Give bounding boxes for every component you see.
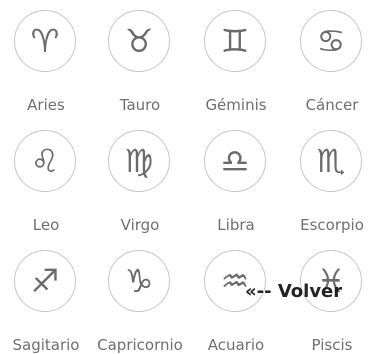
gemini-icon[interactable]: ♊︎ — [204, 10, 266, 72]
aries-icon[interactable]: ♈︎ — [14, 10, 76, 72]
cancer-icon[interactable]: ♋︎ — [300, 10, 362, 72]
sign-label-geminis: Géminis — [205, 96, 267, 114]
leo-icon[interactable]: ♌︎ — [14, 130, 76, 192]
back-link[interactable]: «-- Volver — [245, 281, 342, 302]
sign-label-leo: Leo — [32, 216, 60, 234]
sagittarius-icon[interactable]: ♐︎ — [14, 250, 76, 312]
sign-label-cancer: Cáncer — [305, 96, 359, 114]
sign-label-piscis: Piscis — [311, 336, 353, 354]
virgo-icon[interactable]: ♍︎ — [108, 130, 170, 192]
sign-label-libra: Libra — [217, 216, 255, 234]
taurus-icon[interactable]: ♉︎ — [108, 10, 170, 72]
scorpio-icon[interactable]: ♏︎ — [300, 130, 362, 192]
capricorn-icon[interactable]: ♑︎ — [108, 250, 170, 312]
sign-label-aries: Aries — [27, 96, 65, 114]
sign-label-capricornio: Capricornio — [97, 336, 183, 354]
sign-label-tauro: Tauro — [119, 96, 161, 114]
libra-icon[interactable]: ♎︎ — [204, 130, 266, 192]
zodiac-grid: ♈︎ Aries ♉︎ Tauro ♊︎ Géminis ♋︎ Cáncer ♌… — [0, 0, 374, 354]
sign-label-sagitario: Sagitario — [12, 336, 80, 354]
sign-label-virgo: Virgo — [120, 216, 160, 234]
sign-label-escorpio: Escorpio — [300, 216, 364, 234]
sign-label-acuario: Acuario — [207, 336, 265, 354]
